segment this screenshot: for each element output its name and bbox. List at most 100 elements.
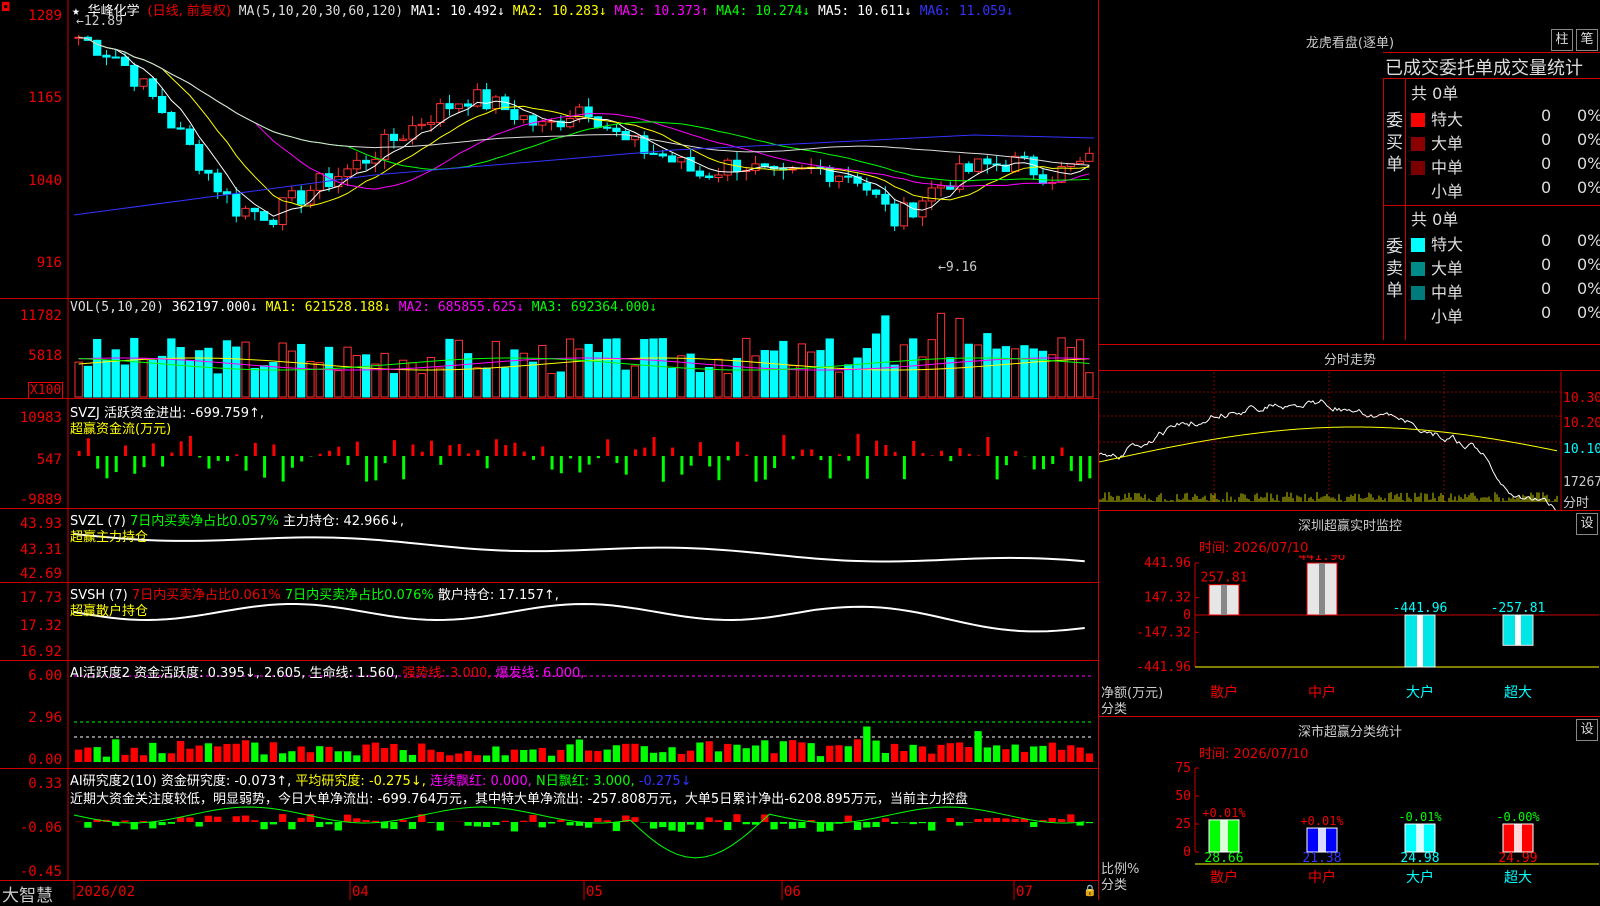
class-value-label: 21.38 — [1302, 851, 1341, 866]
class-change-label: -0.00% — [1496, 810, 1540, 824]
tick-view-button[interactable]: 笔 — [1576, 29, 1598, 51]
volume-bar — [511, 350, 518, 397]
dragon-subtitle: 已成交委托单成交量统计 — [1385, 54, 1583, 80]
research-bar — [696, 822, 703, 830]
volume-bar — [724, 374, 731, 397]
research-bar — [427, 822, 434, 823]
research-bar — [928, 822, 935, 831]
monitor-axis-label: -147.32 — [1136, 625, 1191, 640]
activity-bar — [817, 756, 824, 762]
volume-bar — [307, 361, 314, 397]
activity-bar — [1076, 747, 1083, 762]
volume-bar — [557, 372, 564, 397]
row-pct: 0% — [1577, 130, 1600, 149]
activity-bar — [502, 755, 509, 762]
research-bar — [613, 822, 620, 831]
bar-highlight — [1319, 563, 1325, 615]
candle-body — [1039, 175, 1046, 184]
volume-bar — [937, 313, 944, 397]
research-bar — [1058, 819, 1065, 822]
divider — [1405, 78, 1406, 340]
svsh-hold: 散户持仓: 17.157↑, — [438, 588, 559, 603]
divider — [1099, 510, 1600, 511]
research-bar — [1067, 814, 1074, 822]
activity-bar — [260, 754, 267, 762]
fund-flow-bar — [606, 439, 609, 456]
volume-bar — [1012, 349, 1019, 397]
activity-bar — [984, 747, 991, 762]
monitor-value-label: 441.96 — [1299, 555, 1346, 564]
monitor-settings-button[interactable]: 设 — [1576, 513, 1598, 535]
candle-body — [390, 134, 397, 140]
fund-flow-bar — [884, 445, 887, 456]
research-bar — [381, 822, 388, 828]
class-axis-label: 75 — [1175, 761, 1191, 776]
research-bar — [845, 816, 852, 822]
date-tick-1: 2026/02 — [76, 884, 135, 900]
fund-flow-bar — [291, 456, 294, 468]
fund-flow-bar — [143, 456, 146, 467]
candle-body — [696, 171, 703, 176]
research-bar — [400, 820, 407, 822]
fund-flow-bar — [773, 456, 776, 468]
candle-body — [984, 159, 991, 164]
activity-bar — [464, 751, 471, 762]
activity-bar — [798, 742, 805, 762]
brand-logo[interactable]: 大智慧 — [2, 881, 53, 906]
activity-bar — [706, 741, 713, 762]
vol-unit[interactable]: X100 — [28, 382, 63, 399]
volume-bar — [149, 360, 156, 397]
color-swatch — [1411, 286, 1425, 300]
class-change-label: -0.01% — [1398, 810, 1442, 824]
ai1-burst: 爆发线: 6.000, — [496, 666, 585, 681]
volume-bar — [288, 351, 295, 397]
left-chart-area[interactable]: ◘ ★ 华峰化学 (日线, 前复权) MA(5,10,20,30,60,120)… — [0, 0, 1098, 900]
activity-bar — [427, 750, 434, 762]
candle-body — [270, 220, 277, 224]
volume-bar — [464, 354, 471, 397]
vol-label: VOL(5,10,20) — [70, 300, 164, 315]
ai2-header: AI研究度2(10) 资金研究度: -0.073↑, 平均研究度: -0.275… — [70, 770, 692, 789]
research-bar — [251, 820, 258, 822]
lock-icon[interactable]: 🔒 — [1083, 884, 1097, 897]
vol-ma1: MA1: 621528.188↓ — [266, 300, 391, 315]
candle-body — [910, 203, 917, 217]
candle-body — [872, 190, 879, 194]
volume-bar — [298, 344, 305, 397]
research-bar — [362, 820, 369, 822]
volume-bar — [103, 360, 110, 397]
activity-bar — [1049, 743, 1056, 762]
bar-view-button[interactable]: 柱 — [1551, 29, 1573, 51]
research-bar — [715, 820, 722, 822]
class-chart: 7550250+0.01%28.66散户+0.01%21.38中户-0.01%2… — [1099, 760, 1600, 900]
candle-body — [706, 176, 713, 177]
volume-bar — [214, 374, 221, 397]
row-pct: 0% — [1577, 303, 1600, 322]
research-bar — [743, 822, 750, 824]
row-label: 中单 — [1431, 283, 1463, 302]
fund-flow-bar — [847, 456, 850, 461]
research-bar — [529, 815, 536, 822]
fund-flow-bar — [207, 456, 210, 469]
volume-bar — [604, 339, 611, 397]
fund-flow-bar — [1079, 456, 1082, 481]
research-bar — [984, 818, 991, 822]
sell-row: 小单00% — [1411, 303, 1600, 327]
fund-flow-bar — [819, 456, 822, 460]
volume-bar — [1058, 338, 1065, 397]
volume-bar — [344, 347, 351, 397]
fund-flow-bar — [356, 442, 359, 456]
research-bar — [780, 822, 787, 824]
volume-bar — [808, 352, 815, 397]
minute-axis-4: 17267 — [1563, 475, 1600, 490]
candle-body — [214, 173, 221, 192]
candle-body — [1021, 156, 1028, 157]
main-kline-chart[interactable] — [0, 0, 1098, 900]
minute-chart[interactable] — [1099, 372, 1600, 510]
monitor-value-label: -257.81 — [1491, 601, 1546, 616]
class-settings-button[interactable]: 设 — [1576, 719, 1598, 741]
bar-highlight — [1220, 820, 1228, 852]
volume-bar — [94, 339, 101, 397]
research-bar — [631, 817, 638, 822]
volume-bar — [585, 344, 592, 397]
